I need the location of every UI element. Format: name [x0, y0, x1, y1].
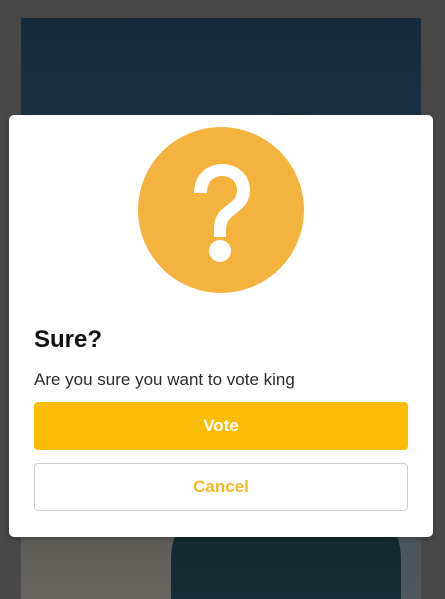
vote-button[interactable]: Vote	[34, 402, 408, 450]
dialog-message: Are you sure you want to vote king	[34, 370, 295, 389]
screen: Sure? Are you sure you want to vote king…	[0, 0, 445, 599]
question-mark-icon	[138, 127, 304, 293]
cancel-button[interactable]: Cancel	[34, 463, 408, 511]
confirm-dialog: Sure? Are you sure you want to vote king…	[9, 115, 433, 537]
dialog-title: Sure?	[34, 326, 103, 353]
